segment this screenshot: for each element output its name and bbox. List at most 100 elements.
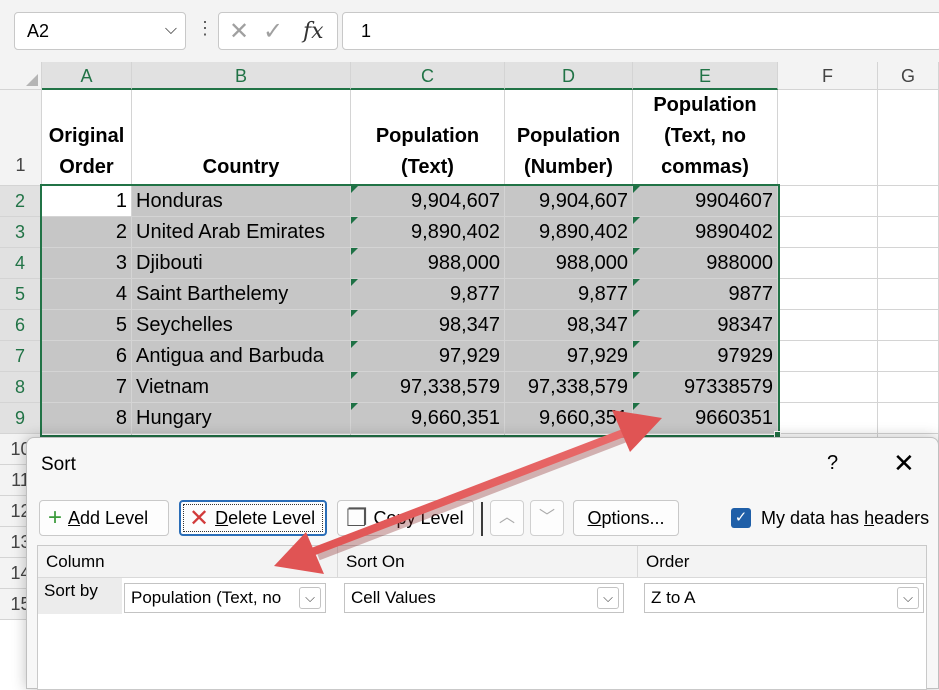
empty-cell[interactable] <box>778 341 878 372</box>
order-cell[interactable]: 5 <box>42 310 132 341</box>
population-number-cell[interactable]: 97,929 <box>505 341 633 372</box>
country-cell[interactable]: Honduras <box>132 186 351 217</box>
population-text-cell[interactable]: 9,660,351 <box>351 403 505 434</box>
row-header-3[interactable]: 3 <box>0 217 42 248</box>
row-header-2[interactable]: 2 <box>0 186 42 217</box>
order-select[interactable]: Z to A ⌵ <box>644 583 924 613</box>
move-down-button[interactable]: ﹀ <box>530 500 564 536</box>
column-header-a[interactable]: A <box>42 62 132 90</box>
chevron-down-icon[interactable]: ⌵ <box>897 587 919 609</box>
country-cell[interactable]: Saint Barthelemy <box>132 279 351 310</box>
empty-cell[interactable] <box>778 217 878 248</box>
empty-cell[interactable] <box>878 403 939 434</box>
empty-cell[interactable] <box>878 341 939 372</box>
order-cell[interactable]: 3 <box>42 248 132 279</box>
population-number-cell[interactable]: 9,660,351 <box>505 403 633 434</box>
enter-icon[interactable]: ✓ <box>263 17 283 46</box>
population-number-cell[interactable]: 9,904,607 <box>505 186 633 217</box>
column-header-e[interactable]: E <box>633 62 778 90</box>
empty-cell[interactable] <box>778 248 878 279</box>
country-cell[interactable]: Vietnam <box>132 372 351 403</box>
column-header-d[interactable]: D <box>505 62 633 90</box>
population-nocomma-cell[interactable]: 988000 <box>633 248 778 279</box>
empty-cell[interactable] <box>778 310 878 341</box>
population-nocomma-cell[interactable]: 97338579 <box>633 372 778 403</box>
copy-level-button[interactable]: ❐ Copy Level <box>337 500 474 536</box>
chevron-down-icon[interactable]: ⌵ <box>165 21 177 39</box>
row-header-8[interactable]: 8 <box>0 372 42 403</box>
country-cell[interactable]: United Arab Emirates <box>132 217 351 248</box>
header-cell-country[interactable]: Country <box>132 90 351 186</box>
population-nocomma-cell[interactable]: 9877 <box>633 279 778 310</box>
column-select[interactable]: Population (Text, no ⌵ <box>124 583 326 613</box>
sort-on-select[interactable]: Cell Values ⌵ <box>344 583 624 613</box>
move-up-button[interactable]: ︿ <box>490 500 524 536</box>
insert-function-icon[interactable]: fx <box>303 19 324 44</box>
header-cell-population-no-commas[interactable]: Population (Text, no commas) <box>633 90 778 186</box>
empty-cell[interactable] <box>878 248 939 279</box>
empty-cell[interactable] <box>878 310 939 341</box>
row-header-9[interactable]: 9 <box>0 403 42 434</box>
header-cell-population-text[interactable]: Population (Text) <box>351 90 505 186</box>
empty-cell[interactable] <box>778 90 878 186</box>
population-text-cell[interactable]: 9,904,607 <box>351 186 505 217</box>
column-header-g[interactable]: G <box>878 62 939 90</box>
headers-checkbox[interactable]: ✓ <box>731 508 751 528</box>
empty-cell[interactable] <box>778 372 878 403</box>
order-cell[interactable]: 4 <box>42 279 132 310</box>
header-cell-population-number[interactable]: Population (Number) <box>505 90 633 186</box>
cancel-icon[interactable]: ✕ <box>229 17 249 46</box>
formula-input[interactable]: 1 <box>342 12 939 50</box>
name-box[interactable]: A2 ⌵ <box>14 12 186 50</box>
population-number-cell[interactable]: 9,877 <box>505 279 633 310</box>
row-header-4[interactable]: 4 <box>0 248 42 279</box>
order-cell[interactable]: 6 <box>42 341 132 372</box>
population-text-cell[interactable]: 9,877 <box>351 279 505 310</box>
headers-checkbox-label[interactable]: My data has headers <box>761 508 929 529</box>
population-nocomma-cell[interactable]: 9904607 <box>633 186 778 217</box>
population-text-cell[interactable]: 9,890,402 <box>351 217 505 248</box>
empty-cell[interactable] <box>778 186 878 217</box>
empty-cell[interactable] <box>878 186 939 217</box>
order-cell[interactable]: 2 <box>42 217 132 248</box>
population-nocomma-cell[interactable]: 98347 <box>633 310 778 341</box>
row-header-6[interactable]: 6 <box>0 310 42 341</box>
population-number-cell[interactable]: 9,890,402 <box>505 217 633 248</box>
add-level-button[interactable]: + Add Level <box>39 500 169 536</box>
column-header-c[interactable]: C <box>351 62 505 90</box>
column-header-f[interactable]: F <box>778 62 878 90</box>
population-nocomma-cell[interactable]: 97929 <box>633 341 778 372</box>
chevron-down-icon[interactable]: ⌵ <box>597 587 619 609</box>
country-cell[interactable]: Djibouti <box>132 248 351 279</box>
population-text-cell[interactable]: 98,347 <box>351 310 505 341</box>
options-button[interactable]: Options... <box>573 500 679 536</box>
country-cell[interactable]: Seychelles <box>132 310 351 341</box>
population-text-cell[interactable]: 988,000 <box>351 248 505 279</box>
row-header-1[interactable]: 1 <box>0 90 42 186</box>
empty-cell[interactable] <box>778 403 878 434</box>
population-number-cell[interactable]: 988,000 <box>505 248 633 279</box>
population-nocomma-cell[interactable]: 9890402 <box>633 217 778 248</box>
empty-cell[interactable] <box>878 279 939 310</box>
order-cell[interactable]: 8 <box>42 403 132 434</box>
select-all-corner[interactable] <box>0 62 42 90</box>
empty-cell[interactable] <box>878 90 939 186</box>
order-cell[interactable]: 1 <box>42 186 132 217</box>
more-options-icon[interactable]: ⋮ <box>196 18 214 39</box>
close-button[interactable]: ✕ <box>893 448 915 479</box>
column-header-b[interactable]: B <box>132 62 351 90</box>
row-header-7[interactable]: 7 <box>0 341 42 372</box>
help-button[interactable]: ? <box>827 452 838 475</box>
population-nocomma-cell[interactable]: 9660351 <box>633 403 778 434</box>
empty-cell[interactable] <box>878 372 939 403</box>
order-cell[interactable]: 7 <box>42 372 132 403</box>
chevron-down-icon[interactable]: ⌵ <box>299 587 321 609</box>
population-text-cell[interactable]: 97,929 <box>351 341 505 372</box>
population-number-cell[interactable]: 98,347 <box>505 310 633 341</box>
header-cell-original-order[interactable]: Original Order <box>42 90 132 186</box>
row-header-5[interactable]: 5 <box>0 279 42 310</box>
population-text-cell[interactable]: 97,338,579 <box>351 372 505 403</box>
empty-cell[interactable] <box>778 279 878 310</box>
country-cell[interactable]: Antigua and Barbuda <box>132 341 351 372</box>
delete-level-button[interactable]: ✕ Delete Level <box>179 500 327 536</box>
